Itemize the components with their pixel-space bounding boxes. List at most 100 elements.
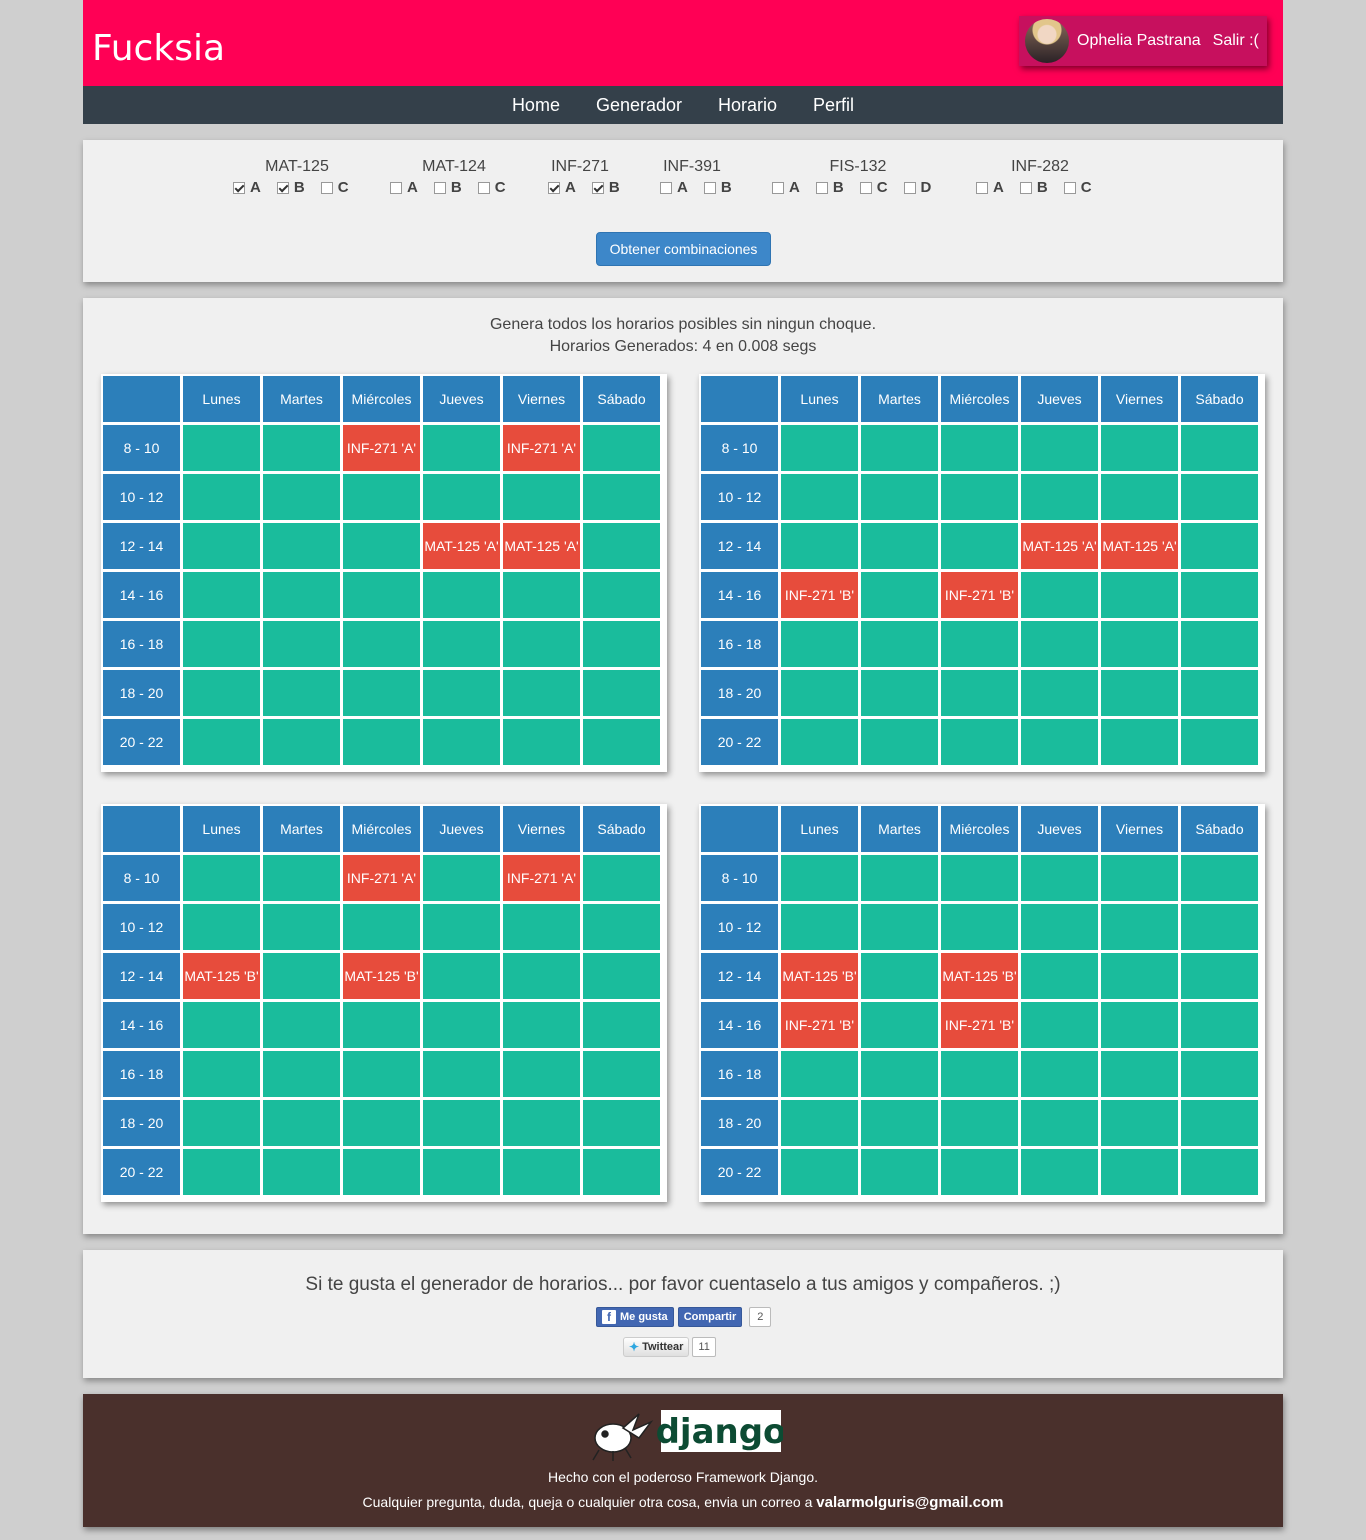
section-option[interactable]: A xyxy=(233,179,261,196)
free-slot xyxy=(781,474,858,520)
free-slot xyxy=(343,670,420,716)
class-block: MAT-125 'A' xyxy=(423,523,500,569)
section-checkbox[interactable] xyxy=(976,181,988,194)
free-slot xyxy=(1181,855,1258,901)
free-slot xyxy=(781,1100,858,1146)
section-checkbox[interactable] xyxy=(859,181,872,194)
free-slot xyxy=(1181,474,1258,520)
section-option[interactable]: D xyxy=(903,179,932,196)
section-option[interactable]: C xyxy=(477,179,506,196)
user-avatar[interactable] xyxy=(1025,19,1069,63)
free-slot xyxy=(343,904,420,950)
course-group: INF-271 A B xyxy=(548,158,620,196)
section-option[interactable]: B xyxy=(815,179,844,196)
nav-horario[interactable]: Horario xyxy=(718,95,777,116)
free-slot xyxy=(941,1100,1018,1146)
free-slot xyxy=(583,904,660,950)
section-label: A xyxy=(407,179,418,196)
section-option[interactable]: A xyxy=(772,179,800,196)
free-slot xyxy=(423,1051,500,1097)
time-slot-label: 10 - 12 xyxy=(103,474,180,520)
free-slot xyxy=(423,474,500,520)
free-slot xyxy=(503,904,580,950)
section-option[interactable]: C xyxy=(320,179,349,196)
section-option[interactable]: A xyxy=(976,179,1004,196)
section-checkbox[interactable] xyxy=(703,181,716,194)
free-slot xyxy=(423,953,500,999)
section-checkbox[interactable] xyxy=(233,181,245,194)
section-checkbox[interactable] xyxy=(1063,181,1076,194)
section-option[interactable]: B xyxy=(276,179,305,196)
free-slot xyxy=(583,670,660,716)
section-option[interactable]: B xyxy=(703,179,732,196)
free-slot xyxy=(183,523,260,569)
section-option[interactable]: A xyxy=(548,179,576,196)
course-options: A B C xyxy=(233,179,361,196)
free-slot xyxy=(343,719,420,765)
section-label: D xyxy=(920,179,932,196)
footer-email-link[interactable]: valarmolguris@gmail.com xyxy=(816,1494,1003,1511)
free-slot xyxy=(183,670,260,716)
section-option[interactable]: C xyxy=(859,179,888,196)
free-slot xyxy=(583,425,660,471)
fb-share-button[interactable]: Compartir xyxy=(677,1307,743,1327)
fb-count: 2 xyxy=(749,1307,772,1327)
day-header: Sábado xyxy=(1181,806,1258,852)
nav-perfil[interactable]: Perfil xyxy=(813,95,854,116)
free-slot xyxy=(861,523,938,569)
nav-generador[interactable]: Generador xyxy=(596,95,682,116)
brand-title[interactable]: Fucksia xyxy=(92,28,225,69)
section-checkbox[interactable] xyxy=(390,181,402,194)
free-slot xyxy=(343,523,420,569)
section-option[interactable]: B xyxy=(591,179,620,196)
section-checkbox[interactable] xyxy=(815,181,828,194)
free-slot xyxy=(423,1002,500,1048)
free-slot xyxy=(343,1051,420,1097)
section-checkbox[interactable] xyxy=(903,181,916,194)
section-option[interactable]: B xyxy=(1019,179,1048,196)
section-option[interactable]: B xyxy=(433,179,462,196)
section-option[interactable]: A xyxy=(660,179,688,196)
day-header: Viernes xyxy=(1101,806,1178,852)
facebook-buttons: f Me gusta Compartir 2 xyxy=(596,1307,772,1327)
footer-contact-text: Cualquier pregunta, duda, queja o cualqu… xyxy=(362,1494,817,1510)
free-slot xyxy=(1101,474,1178,520)
free-slot xyxy=(183,855,260,901)
section-checkbox[interactable] xyxy=(276,181,289,194)
course-group: INF-282 A B C xyxy=(976,158,1104,196)
free-slot xyxy=(781,855,858,901)
corner-cell xyxy=(701,806,778,852)
free-slot xyxy=(1181,1149,1258,1195)
logout-link[interactable]: Salir :( xyxy=(1213,32,1259,50)
course-group: MAT-125 A B C xyxy=(233,158,361,196)
time-slot-label: 18 - 20 xyxy=(701,670,778,716)
section-label: C xyxy=(494,179,506,196)
user-name[interactable]: Ophelia Pastrana xyxy=(1077,32,1201,50)
fb-like-button[interactable]: f Me gusta xyxy=(596,1307,674,1327)
time-slot-label: 16 - 18 xyxy=(701,1051,778,1097)
free-slot xyxy=(941,1149,1018,1195)
section-checkbox[interactable] xyxy=(548,181,560,194)
generate-combinations-button[interactable]: Obtener combinaciones xyxy=(596,232,771,266)
nav-home[interactable]: Home xyxy=(512,95,560,116)
twitter-buttons: ✦ Twittear 11 xyxy=(623,1337,716,1357)
section-checkbox[interactable] xyxy=(660,181,672,194)
time-slot-label: 16 - 18 xyxy=(103,621,180,667)
free-slot xyxy=(861,855,938,901)
time-slot-label: 10 - 12 xyxy=(701,904,778,950)
free-slot xyxy=(583,1100,660,1146)
free-slot xyxy=(861,425,938,471)
section-checkbox[interactable] xyxy=(433,181,446,194)
time-slot-label: 12 - 14 xyxy=(701,523,778,569)
section-option[interactable]: A xyxy=(390,179,418,196)
django-logo[interactable]: django xyxy=(583,1404,783,1462)
tweet-button[interactable]: ✦ Twittear xyxy=(623,1337,690,1357)
section-checkbox[interactable] xyxy=(320,181,333,194)
section-checkbox[interactable] xyxy=(1019,181,1032,194)
section-checkbox[interactable] xyxy=(772,181,784,194)
free-slot xyxy=(183,719,260,765)
section-checkbox[interactable] xyxy=(591,181,604,194)
section-checkbox[interactable] xyxy=(477,181,490,194)
section-option[interactable]: C xyxy=(1063,179,1092,196)
free-slot xyxy=(861,621,938,667)
